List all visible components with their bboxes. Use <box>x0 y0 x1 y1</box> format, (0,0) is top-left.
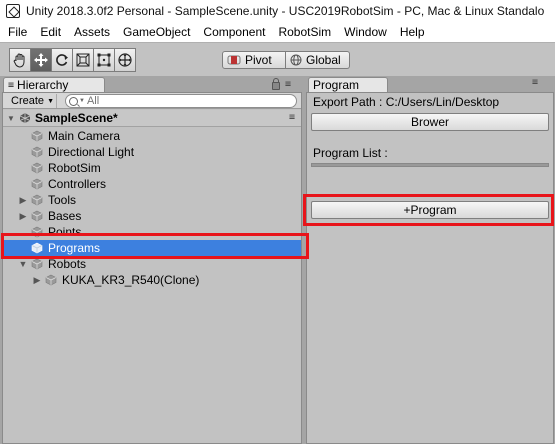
menu-assets[interactable]: Assets <box>74 25 110 39</box>
unity-scene-icon <box>19 113 31 123</box>
transform-icon <box>118 53 132 67</box>
hierarchy-item[interactable]: RobotSim <box>3 160 301 176</box>
expand-triangle-icon[interactable]: ▶ <box>18 211 28 222</box>
pivot-button[interactable]: Pivot <box>222 51 286 69</box>
move-icon <box>34 53 48 67</box>
panel-menu-icon[interactable]: ≡ <box>285 79 291 89</box>
transform-tools <box>9 48 136 72</box>
hierarchy-toolbar: Create ▼ ▼ <box>3 93 301 109</box>
pivot-icon <box>227 54 241 66</box>
hierarchy-panel-controls: ≡ <box>272 78 291 90</box>
hand-tool-button[interactable] <box>9 48 31 72</box>
menu-component[interactable]: Component <box>203 25 265 39</box>
gameobject-cube-icon <box>31 178 43 190</box>
hierarchy-item-label: Bases <box>48 209 82 223</box>
menu-edit[interactable]: Edit <box>40 25 61 39</box>
menu-bar: File Edit Assets GameObject Component Ro… <box>0 22 555 42</box>
hierarchy-item[interactable]: Main Camera <box>3 128 301 144</box>
menu-window[interactable]: Window <box>344 25 387 39</box>
hierarchy-item[interactable]: ▶ Tools <box>3 192 301 208</box>
collapse-triangle-icon[interactable]: ▼ <box>18 259 28 269</box>
hierarchy-item-label: Directional Light <box>48 145 135 159</box>
title-bar: Unity 2018.3.0f2 Personal - SampleScene.… <box>0 0 555 22</box>
hierarchy-item-label: RobotSim <box>48 161 101 175</box>
unity-logo-icon <box>6 4 20 18</box>
gameobject-cube-icon <box>31 146 43 158</box>
hierarchy-panel: Create ▼ ▼ ▼ SampleScene* ≡ Main Camera D… <box>2 92 302 444</box>
pivot-label: Pivot <box>245 53 272 67</box>
rotate-icon <box>56 54 68 66</box>
hierarchy-item[interactable]: Controllers <box>3 176 301 192</box>
rect-tool-button[interactable] <box>93 48 115 72</box>
move-tool-button[interactable] <box>30 48 52 72</box>
program-panel: Export Path : C:/Users/Lin/Desktop Browe… <box>306 92 554 444</box>
scale-tool-button[interactable] <box>72 48 94 72</box>
menu-robotsim[interactable]: RobotSim <box>278 25 331 39</box>
expand-triangle-icon[interactable]: ▶ <box>32 275 42 286</box>
programs-highlight-box <box>1 233 309 259</box>
search-dropdown-icon[interactable]: ▼ <box>79 98 85 104</box>
gameobject-cube-icon <box>31 130 43 142</box>
tab-program[interactable]: Program <box>308 77 388 92</box>
transform-tool-button[interactable] <box>114 48 136 72</box>
gameobject-cube-icon <box>31 258 43 270</box>
globe-icon <box>290 54 302 66</box>
editor-panels: ≡ Hierarchy ≡ Create ▼ ▼ ▼ SampleScene* … <box>0 76 555 444</box>
main-toolbar: Pivot Global <box>0 42 555 76</box>
hierarchy-item-label: Robots <box>48 257 87 271</box>
menu-gameobject[interactable]: GameObject <box>123 25 190 39</box>
gameobject-cube-icon <box>31 162 43 174</box>
window-title: Unity 2018.3.0f2 Personal - SampleScene.… <box>26 4 545 18</box>
tab-hierarchy[interactable]: ≡ Hierarchy <box>3 77 105 92</box>
create-dropdown[interactable]: Create ▼ <box>9 94 57 108</box>
scene-menu-icon[interactable]: ≡ <box>289 113 295 123</box>
hierarchy-item-label: KUKA_KR3_R540(Clone) <box>62 273 200 287</box>
expand-triangle-icon[interactable]: ▼ <box>7 114 15 123</box>
gameobject-cube-icon <box>31 194 43 206</box>
program-tab-label: Program <box>313 78 360 92</box>
list-icon: ≡ <box>8 79 15 91</box>
hierarchy-item-label: Tools <box>48 193 77 207</box>
export-path-label: Export Path : C:/Users/Lin/Desktop <box>313 95 500 109</box>
hierarchy-item[interactable]: Directional Light <box>3 144 301 160</box>
menu-file[interactable]: File <box>8 25 27 39</box>
program-list <box>311 163 549 167</box>
program-list-label: Program List : <box>313 146 388 160</box>
program-panel-menu-icon[interactable]: ≡ <box>532 78 538 88</box>
browse-button[interactable]: Brower <box>311 113 549 131</box>
rect-icon <box>97 53 111 67</box>
menu-help[interactable]: Help <box>400 25 425 39</box>
lock-icon[interactable] <box>272 78 280 90</box>
chevron-down-icon: ▼ <box>47 97 54 105</box>
scene-name: SampleScene* <box>35 111 118 125</box>
add-program-highlight-box <box>303 194 554 226</box>
hierarchy-item-label: Main Camera <box>48 129 121 143</box>
hierarchy-item-label: Controllers <box>48 177 107 191</box>
hierarchy-item[interactable]: ▶ Bases <box>3 208 301 224</box>
pivot-global-toggle: Pivot Global <box>222 51 350 69</box>
scale-icon <box>76 53 90 67</box>
search-input[interactable] <box>86 95 267 107</box>
scene-header[interactable]: ▼ SampleScene* ≡ <box>3 110 301 127</box>
hierarchy-item[interactable]: ▶ KUKA_KR3_R540(Clone) <box>3 272 301 288</box>
search-icon <box>69 96 78 106</box>
hand-icon <box>13 53 25 68</box>
hierarchy-tab-label: Hierarchy <box>17 78 69 92</box>
gameobject-cube-icon <box>31 210 43 222</box>
global-label: Global <box>306 53 341 67</box>
hierarchy-search: ▼ <box>65 94 297 108</box>
gameobject-cube-icon <box>45 274 57 286</box>
expand-triangle-icon[interactable]: ▶ <box>18 195 28 206</box>
rotate-tool-button[interactable] <box>51 48 73 72</box>
create-label: Create <box>11 95 45 107</box>
global-button[interactable]: Global <box>286 51 350 69</box>
program-panel-controls: ≡ <box>532 78 538 88</box>
